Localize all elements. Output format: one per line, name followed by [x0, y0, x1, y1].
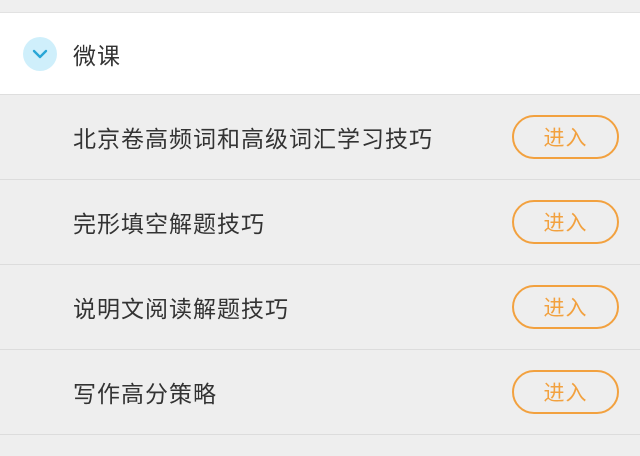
enter-button[interactable]: 进入 — [512, 285, 619, 329]
lesson-title: 写作高分策略 — [73, 382, 217, 408]
enter-button[interactable]: 进入 — [512, 115, 619, 159]
section-title: 微课 — [73, 43, 121, 70]
enter-button[interactable]: 进入 — [512, 370, 619, 414]
list-item: 说明文阅读解题技巧 进入 — [0, 265, 640, 350]
list-item: 完形填空解题技巧 进入 — [0, 180, 640, 265]
lesson-title: 说明文阅读解题技巧 — [73, 297, 289, 323]
section-header-weike[interactable]: 微课 — [0, 13, 640, 95]
lesson-list: 北京卷高频词和高级词汇学习技巧 进入 完形填空解题技巧 进入 说明文阅读解题技巧… — [0, 95, 640, 435]
chevron-down-icon[interactable] — [23, 36, 57, 71]
list-item: 北京卷高频词和高级词汇学习技巧 进入 — [0, 95, 640, 180]
list-item: 写作高分策略 进入 — [0, 350, 640, 435]
top-divider-strip — [0, 0, 640, 13]
enter-button[interactable]: 进入 — [512, 200, 619, 244]
lesson-title: 北京卷高频词和高级词汇学习技巧 — [73, 127, 433, 153]
lesson-title: 完形填空解题技巧 — [73, 212, 265, 238]
